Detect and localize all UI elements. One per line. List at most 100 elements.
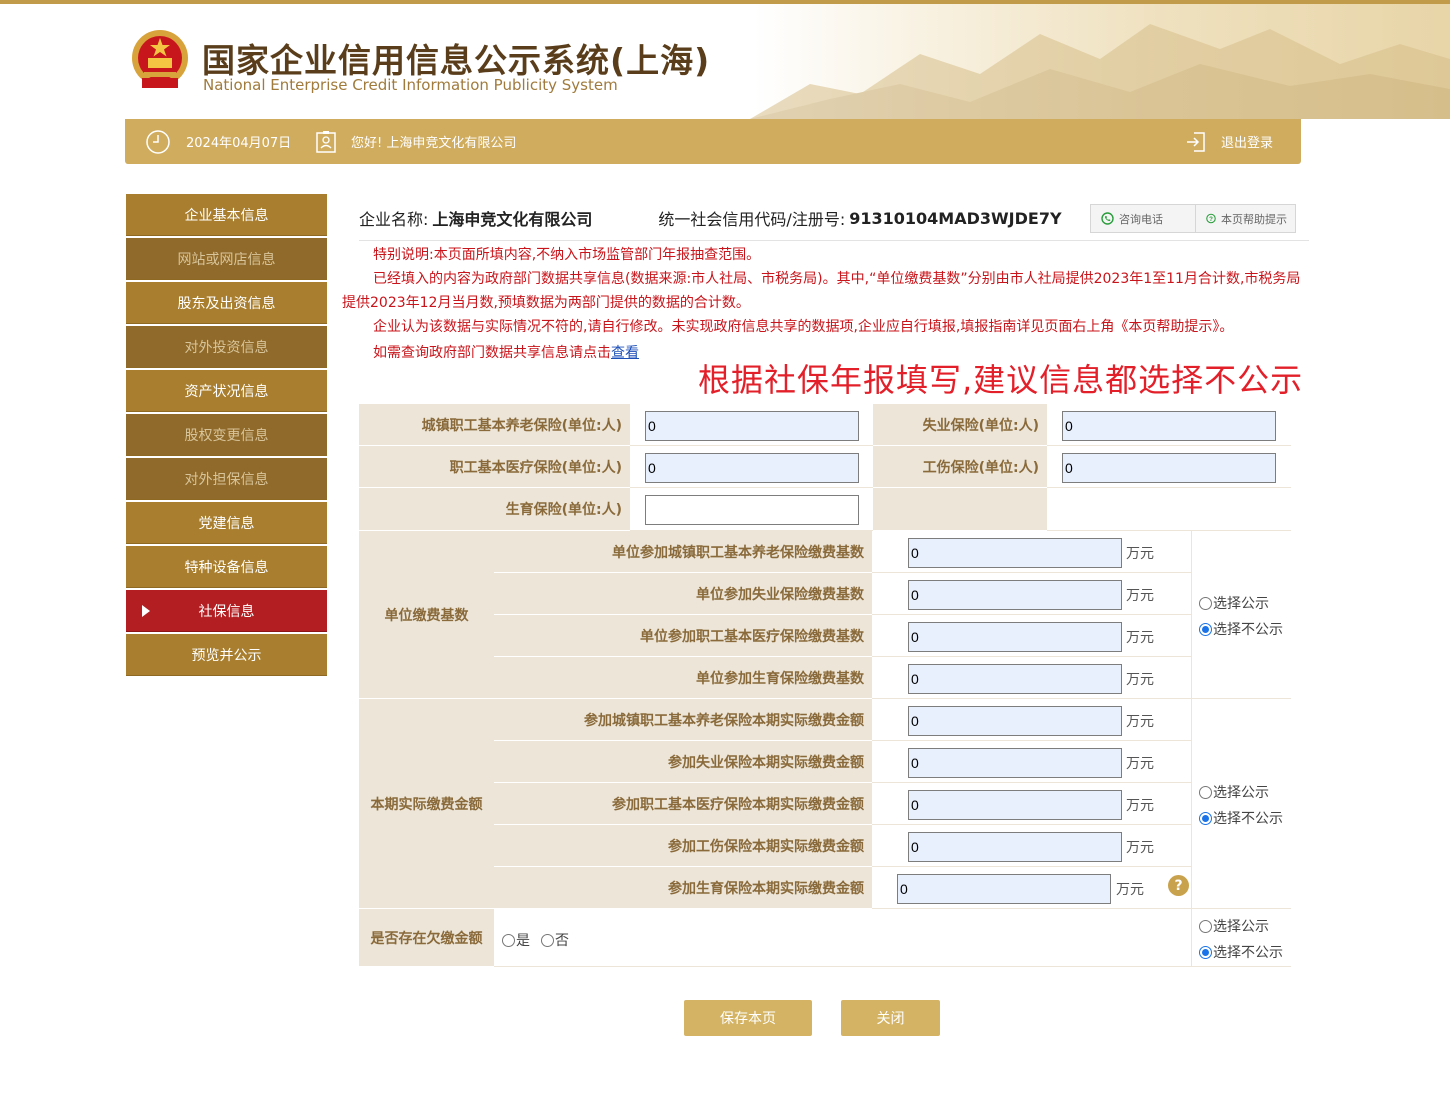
- logout-icon: [1187, 131, 1205, 152]
- base-medical-input[interactable]: [908, 622, 1122, 652]
- radio-unchecked-icon: [1199, 919, 1212, 933]
- sidebar-item-website-info[interactable]: 网站或网店信息: [126, 238, 327, 280]
- site-title: 国家企业信用信息公示系统(上海): [202, 41, 711, 80]
- question-mark-icon[interactable]: ?: [1168, 875, 1189, 896]
- actual-unemployment-input[interactable]: [908, 748, 1122, 778]
- sidebar-item-shareholder-info[interactable]: 股东及出资信息: [126, 282, 327, 324]
- site-banner: 国家企业信用信息公示系统(上海) National Enterprise Cre…: [0, 4, 1450, 119]
- actual-private-radio[interactable]: 选择不公示: [1199, 808, 1283, 828]
- base-public-radio[interactable]: 选择公示: [1199, 593, 1269, 613]
- injury-count-input[interactable]: [1062, 453, 1276, 483]
- base-pension-input[interactable]: [908, 538, 1122, 568]
- arrears-public-radio[interactable]: 选择公示: [1199, 916, 1269, 936]
- actual-publicity-cell: [1191, 699, 1291, 909]
- sidebar-item-investment-info[interactable]: 对外投资信息: [126, 326, 327, 368]
- actual-unemployment-unit: 万元: [1126, 756, 1154, 772]
- actual-injury-input[interactable]: [908, 832, 1122, 862]
- sidebar-item-party-info[interactable]: 党建信息: [126, 502, 327, 544]
- actual-injury-label: 参加工伤保险本期实际缴费金额: [494, 825, 872, 867]
- actual-pension-label: 参加城镇职工基本养老保险本期实际缴费金额: [494, 699, 872, 741]
- base-unemployment-label: 单位参加失业保险缴费基数: [494, 573, 872, 615]
- maternity-count-input[interactable]: [645, 495, 859, 525]
- notice-line-2: 已经填入的内容为政府部门数据共享信息(数据来源:市人社局、市税务局)。其中,“单…: [342, 271, 1301, 311]
- base-medical-unit: 万元: [1126, 630, 1154, 646]
- toolbar: 咨询电话 ? 本页帮助提示: [1090, 204, 1296, 233]
- base-pension-unit: 万元: [1126, 546, 1154, 562]
- medical-count-label: 职工基本医疗保险(单位:人): [359, 446, 630, 488]
- enterprise-name: 上海申竞文化有限公司: [432, 210, 593, 229]
- view-shared-data-link[interactable]: 查看: [611, 345, 639, 361]
- close-button[interactable]: 关闭: [841, 1000, 940, 1036]
- credit-code: 91310104MAD3WJDE7Y: [849, 208, 1062, 228]
- svg-text:?: ?: [1209, 216, 1213, 223]
- sidebar-item-equity-change-info[interactable]: 股权变更信息: [126, 414, 327, 456]
- consult-phone-button[interactable]: 咨询电话: [1091, 205, 1195, 232]
- medical-count-input[interactable]: [645, 453, 859, 483]
- sidebar-item-special-equipment-info[interactable]: 特种设备信息: [126, 546, 327, 588]
- base-maternity-input[interactable]: [908, 664, 1122, 694]
- empty-value-cell: [1047, 488, 1291, 531]
- base-medical-label: 单位参加职工基本医疗保险缴费基数: [494, 615, 872, 657]
- base-maternity-unit: 万元: [1126, 672, 1154, 688]
- sidebar-item-social-insurance-info[interactable]: 社保信息: [126, 590, 327, 632]
- help-circle-icon: ?: [1206, 213, 1216, 224]
- clock-icon: [146, 129, 170, 154]
- actual-public-radio[interactable]: 选择公示: [1199, 782, 1269, 802]
- base-publicity-cell: [1191, 531, 1291, 699]
- radio-unchecked-icon: [541, 933, 554, 947]
- page-help-button[interactable]: ? 本页帮助提示: [1195, 205, 1295, 232]
- actual-unemployment-label: 参加失业保险本期实际缴费金额: [494, 741, 872, 783]
- unemployment-count-input[interactable]: [1062, 411, 1276, 441]
- sidebar-item-basic-info[interactable]: 企业基本信息: [126, 194, 327, 236]
- actual-medical-input[interactable]: [908, 790, 1122, 820]
- maternity-count-label: 生育保险(单位:人): [359, 488, 630, 531]
- save-page-button[interactable]: 保存本页: [684, 1000, 812, 1036]
- sidebar-item-assets-info[interactable]: 资产状况信息: [126, 370, 327, 412]
- base-private-radio[interactable]: 选择不公示: [1199, 619, 1283, 639]
- sidebar-item-guarantee-info[interactable]: 对外担保信息: [126, 458, 327, 500]
- arrears-private-radio[interactable]: 选择不公示: [1199, 942, 1283, 962]
- base-pension-label: 单位参加城镇职工基本养老保险缴费基数: [494, 531, 872, 573]
- injury-count-label: 工伤保险(单位:人): [873, 446, 1047, 488]
- mountain-decoration: [750, 24, 1450, 119]
- arrears-cell: [494, 909, 1191, 967]
- notice-text: 特别说明:本页面所填内容,不纳入市场监管部门年报抽查范围。 已经填入的内容为政府…: [342, 243, 1304, 365]
- phone-icon: [1101, 212, 1114, 225]
- annotation-text: 根据社保年报填写,建议信息都选择不公示: [698, 361, 1304, 399]
- status-bar: 2024年04月07日 您好! 上海申竞文化有限公司 退出登录: [125, 119, 1301, 164]
- notice-line-1: 特别说明:本页面所填内容,不纳入市场监管部门年报抽查范围。: [373, 247, 761, 263]
- logout-link[interactable]: 退出登录: [1185, 119, 1273, 164]
- active-arrow-icon: [142, 605, 150, 617]
- user-card-icon: [316, 130, 336, 153]
- radio-unchecked-icon: [502, 933, 515, 947]
- user-display: 您好! 上海申竞文化有限公司: [315, 119, 516, 164]
- actual-injury-unit: 万元: [1126, 840, 1154, 856]
- arrears-no-radio[interactable]: 否: [541, 930, 569, 950]
- logout-label: 退出登录: [1221, 136, 1274, 151]
- unemployment-count-label: 失业保险(单位:人): [873, 404, 1047, 446]
- base-maternity-label: 单位参加生育保险缴费基数: [494, 657, 872, 699]
- base-group-label: 单位缴费基数: [359, 531, 494, 699]
- empty-label-cell: [873, 488, 1047, 531]
- site-subtitle: National Enterprise Credit Information P…: [203, 76, 618, 94]
- arrears-yes-radio[interactable]: 是: [502, 930, 530, 950]
- radio-checked-icon: [1199, 622, 1212, 636]
- credit-code-label: 统一社会信用代码/注册号:: [658, 210, 846, 229]
- actual-maternity-unit: 万元: [1116, 882, 1144, 898]
- actual-pension-input[interactable]: [908, 706, 1122, 736]
- national-emblem-icon: [132, 30, 188, 88]
- divider: [359, 240, 1309, 241]
- actual-maternity-input[interactable]: [897, 874, 1111, 904]
- pension-count-input[interactable]: [645, 411, 859, 441]
- base-unemployment-unit: 万元: [1126, 588, 1154, 604]
- radio-unchecked-icon: [1199, 785, 1212, 799]
- radio-checked-icon: [1199, 811, 1212, 825]
- greeting-text: 您好! 上海申竞文化有限公司: [351, 136, 517, 151]
- notice-line-3: 企业认为该数据与实际情况不符的,请自行修改。未实现政府信息共享的数据项,企业应自…: [373, 319, 1234, 335]
- base-unemployment-input[interactable]: [908, 580, 1122, 610]
- actual-group-label: 本期实际缴费金额: [359, 699, 494, 909]
- pension-count-label: 城镇职工基本养老保险(单位:人): [359, 404, 630, 446]
- actual-maternity-label: 参加生育保险本期实际缴费金额: [494, 867, 872, 909]
- actual-pension-unit: 万元: [1126, 714, 1154, 730]
- sidebar-item-preview-publish[interactable]: 预览并公示: [126, 634, 327, 676]
